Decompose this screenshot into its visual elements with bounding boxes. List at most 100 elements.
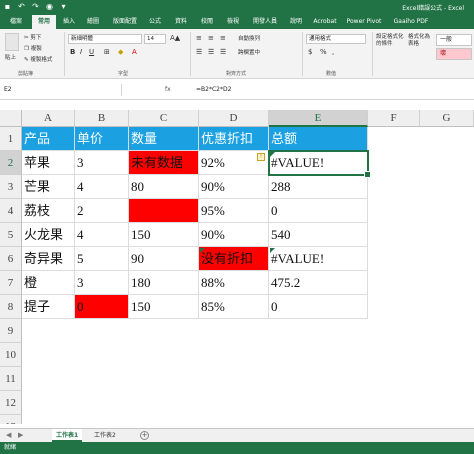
tab-home[interactable]: 常用 [32, 15, 56, 29]
table-cell[interactable]: 90% [199, 223, 269, 247]
style-normal[interactable]: 一般 [436, 34, 472, 46]
table-cell[interactable]: 540 [269, 223, 368, 247]
tab-view[interactable]: 檢視 [222, 15, 244, 29]
align-middle-icon[interactable]: ≡ [208, 34, 214, 42]
table-cell[interactable]: 奇异果 [22, 247, 75, 271]
column-header-g[interactable]: G [420, 110, 474, 127]
merge-center-button[interactable]: 跨欄置中 [238, 48, 260, 56]
name-box[interactable]: E2 [2, 84, 122, 96]
row-header[interactable]: 6 [0, 247, 22, 271]
align-left-icon[interactable]: ☰ [196, 48, 202, 56]
table-cell[interactable]: 180 [129, 271, 199, 295]
underline-icon[interactable]: U [89, 48, 94, 56]
tab-gaaiho-pdf[interactable]: Gaaiho PDF [390, 15, 432, 29]
align-bottom-icon[interactable]: ≡ [220, 34, 226, 42]
column-header-d[interactable]: D [199, 110, 269, 127]
table-cell[interactable]: 未有数据 [129, 151, 199, 175]
tab-review[interactable]: 校閱 [196, 15, 218, 29]
wrap-text-button[interactable]: 自動換列 [238, 34, 260, 42]
row-header[interactable]: 12 [0, 391, 22, 415]
comma-icon[interactable]: , [332, 48, 334, 56]
formula-input[interactable]: =B2*C2*D2 [196, 84, 231, 96]
cut-button[interactable]: ✂ 剪下 [24, 33, 41, 41]
table-cell[interactable]: 芒果 [22, 175, 75, 199]
bold-icon[interactable]: B [70, 48, 75, 56]
warning-icon[interactable]: ! [257, 153, 265, 161]
tab-power-pivot[interactable]: Power Pivot [344, 15, 384, 29]
row-header[interactable]: 8 [0, 295, 22, 319]
border-icon[interactable]: ⊞ [104, 48, 110, 56]
format-painter-button[interactable]: ✎ 複製格式 [24, 55, 52, 63]
row-header[interactable]: 5 [0, 223, 22, 247]
fill-color-icon[interactable]: ◆ [118, 48, 123, 56]
table-cell[interactable]: 没有折扣 [199, 247, 269, 271]
italic-icon[interactable]: I [80, 48, 82, 56]
table-cell[interactable]: 80 [129, 175, 199, 199]
table-cell[interactable]: 0 [269, 199, 368, 223]
column-header-a[interactable]: A [22, 110, 75, 127]
clipboard-icon[interactable] [5, 33, 19, 51]
table-cell[interactable]: 88% [199, 271, 269, 295]
conditional-format-button[interactable]: 設定格式化的條件 [376, 34, 406, 48]
header-cell-discount[interactable]: 优惠折扣 [199, 127, 269, 151]
table-cell[interactable]: 提子 [22, 295, 75, 319]
sheet-tab-2[interactable]: 工作表2 [90, 429, 120, 442]
row-header[interactable]: 4 [0, 199, 22, 223]
table-cell[interactable]: 3 [75, 151, 129, 175]
grow-font-icon[interactable]: A▲ [170, 34, 180, 42]
table-cell[interactable]: 4 [75, 175, 129, 199]
table-cell[interactable]: 2 [75, 199, 129, 223]
table-cell[interactable]: #VALUE! [269, 247, 368, 271]
font-size-select[interactable]: 14 [144, 34, 166, 44]
table-cell[interactable]: 150 [129, 295, 199, 319]
table-cell[interactable]: 288 [269, 175, 368, 199]
table-cell[interactable]: 90% [199, 175, 269, 199]
add-sheet-icon[interactable]: + [140, 431, 149, 440]
table-cell[interactable]: 150 [129, 223, 199, 247]
style-bad[interactable]: 壞 [436, 48, 472, 60]
tab-file[interactable]: 檔案 [2, 15, 30, 29]
table-cell[interactable]: 85% [199, 295, 269, 319]
align-top-icon[interactable]: ≡ [196, 34, 202, 42]
fx-icon[interactable]: fx [165, 84, 171, 96]
percent-icon[interactable]: % [320, 48, 327, 56]
copy-button[interactable]: ❐ 複製 [24, 44, 42, 52]
tab-layout[interactable]: 版面配置 [108, 15, 142, 29]
scroll-right-icon[interactable]: ▶ [18, 431, 23, 439]
column-header-c[interactable]: C [129, 110, 199, 127]
tab-data[interactable]: 資料 [170, 15, 192, 29]
paste-button[interactable]: 貼上 [5, 53, 16, 61]
tab-developer[interactable]: 開發人員 [248, 15, 282, 29]
table-cell[interactable]: 苹果 [22, 151, 75, 175]
table-cell[interactable]: 0 [75, 295, 129, 319]
table-cell[interactable]: 荔枝 [22, 199, 75, 223]
format-as-table-button[interactable]: 格式化為表格 [408, 34, 432, 48]
tab-help[interactable]: 說明 [285, 15, 307, 29]
table-cell[interactable]: 3 [75, 271, 129, 295]
row-header[interactable]: 7 [0, 271, 22, 295]
row-header[interactable]: 2 [0, 151, 22, 175]
number-format-select[interactable]: 通用格式 [306, 34, 366, 44]
header-cell-quantity[interactable]: 数量 [129, 127, 199, 151]
row-header[interactable]: 1 [0, 127, 22, 151]
table-cell[interactable]: 95% [199, 199, 269, 223]
select-all-corner[interactable] [0, 110, 22, 127]
spreadsheet-grid[interactable]: A B C D E F G 1 2 3 4 5 6 7 8 9 10 11 12… [0, 110, 474, 424]
table-cell[interactable] [129, 199, 199, 223]
row-header[interactable]: 10 [0, 343, 22, 367]
table-cell[interactable]: #VALUE! [269, 151, 368, 175]
align-right-icon[interactable]: ☰ [220, 48, 226, 56]
table-cell[interactable]: 5 [75, 247, 129, 271]
tab-acrobat[interactable]: Acrobat [310, 15, 340, 29]
header-cell-price[interactable]: 单价 [75, 127, 129, 151]
table-cell[interactable]: 0 [269, 295, 368, 319]
font-name-select[interactable]: 新細明體 [68, 34, 142, 44]
column-header-f[interactable]: F [368, 110, 420, 127]
header-cell-total[interactable]: 总额 [269, 127, 368, 151]
currency-icon[interactable]: $ [308, 48, 312, 56]
table-cell[interactable]: 橙 [22, 271, 75, 295]
font-color-icon[interactable]: A [132, 48, 137, 56]
row-header[interactable]: 13 [0, 415, 22, 424]
row-header[interactable]: 11 [0, 367, 22, 391]
table-cell[interactable]: 90 [129, 247, 199, 271]
